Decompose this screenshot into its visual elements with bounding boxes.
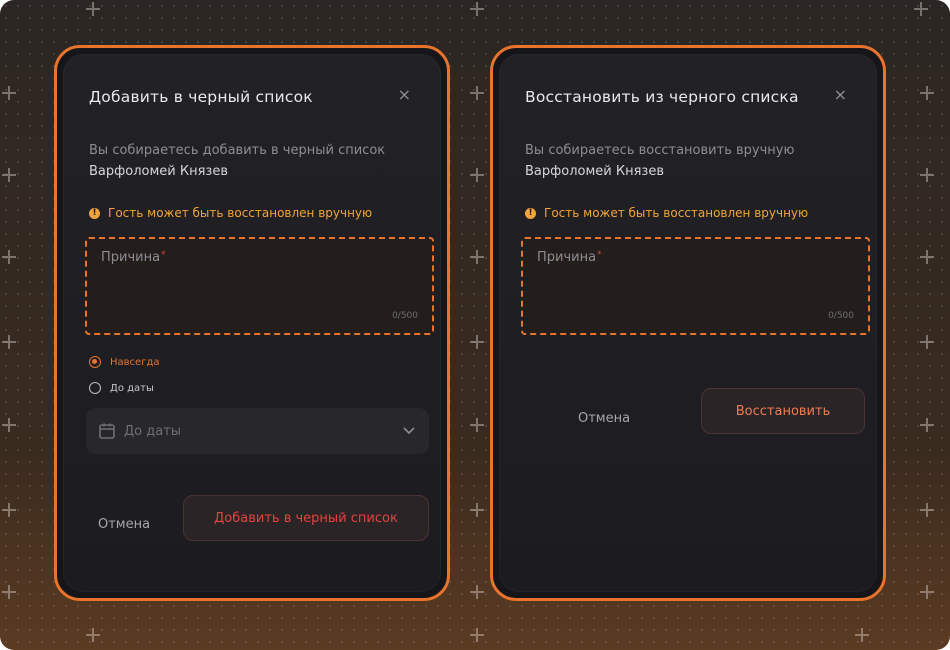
plus-decoration — [2, 250, 16, 264]
required-mark: * — [161, 250, 166, 260]
restore-from-blacklist-modal: Восстановить из черного списка × Вы соби… — [490, 45, 886, 601]
radio-forever[interactable]: Навсегда — [89, 356, 160, 368]
add-to-blacklist-modal: Добавить в черный список × Вы собираетес… — [54, 45, 450, 601]
warning-icon: ! — [89, 207, 100, 219]
reason-textarea[interactable]: Причина* 0/500 — [85, 237, 434, 335]
plus-decoration — [470, 628, 484, 642]
warning-text: Гость может быть восстановлен вручную — [108, 206, 373, 220]
date-select-placeholder: До даты — [124, 423, 182, 439]
plus-decoration — [2, 503, 16, 517]
plus-decoration — [470, 2, 484, 16]
plus-decoration — [920, 250, 934, 264]
warning-message: ! Гость может быть восстановлен вручную — [89, 206, 372, 220]
plus-decoration — [914, 2, 928, 16]
guest-name: Варфоломей Князев — [89, 164, 228, 179]
radio-unchecked-icon[interactable] — [89, 382, 101, 394]
description-text: Вы собираетесь восстановить вручную — [525, 143, 795, 158]
char-counter: 0/500 — [828, 311, 854, 321]
warning-message: ! Гость может быть восстановлен вручную — [525, 206, 808, 220]
plus-decoration — [920, 418, 934, 432]
plus-decoration — [470, 585, 484, 599]
plus-decoration — [470, 418, 484, 432]
plus-decoration — [470, 250, 484, 264]
calendar-icon — [99, 423, 115, 439]
modal-title: Восстановить из черного списка — [525, 88, 799, 106]
reason-label: Причина* — [101, 250, 166, 265]
cancel-button[interactable]: Отмена — [98, 517, 150, 532]
plus-decoration — [855, 628, 869, 642]
modal-description: Вы собираетесь восстановить вручную Варф… — [525, 140, 825, 182]
plus-decoration — [2, 86, 16, 100]
plus-decoration — [920, 503, 934, 517]
plus-decoration — [470, 168, 484, 182]
radio-until-date[interactable]: До даты — [89, 382, 154, 394]
warning-icon: ! — [525, 207, 536, 219]
plus-decoration — [2, 585, 16, 599]
plus-decoration — [920, 585, 934, 599]
plus-decoration — [470, 86, 484, 100]
plus-decoration — [2, 418, 16, 432]
plus-decoration — [470, 335, 484, 349]
plus-decoration — [86, 628, 100, 642]
plus-decoration — [2, 335, 16, 349]
date-select[interactable]: До даты — [86, 408, 429, 454]
warning-text: Гость может быть восстановлен вручную — [544, 206, 809, 220]
modal-body: Восстановить из черного списка × Вы соби… — [499, 54, 877, 592]
modal-body: Добавить в черный список × Вы собираетес… — [63, 54, 441, 592]
add-to-blacklist-button[interactable]: Добавить в черный список — [183, 495, 429, 541]
reason-textarea[interactable]: Причина* 0/500 — [521, 237, 870, 335]
reason-label: Причина* — [537, 250, 602, 265]
radio-checked-icon[interactable] — [89, 356, 101, 368]
close-icon[interactable]: × — [398, 87, 411, 103]
description-text: Вы собираетесь добавить в черный список — [89, 143, 386, 158]
plus-decoration — [470, 503, 484, 517]
restore-button[interactable]: Восстановить — [701, 388, 865, 434]
char-counter: 0/500 — [392, 311, 418, 321]
background-canvas: Добавить в черный список × Вы собираетес… — [0, 0, 950, 650]
plus-decoration — [920, 335, 934, 349]
plus-decoration — [920, 168, 934, 182]
reason-label-text: Причина — [101, 250, 161, 265]
radio-until-date-label: До даты — [110, 382, 154, 394]
required-mark: * — [597, 250, 602, 260]
chevron-down-icon — [403, 427, 415, 435]
radio-forever-label: Навсегда — [110, 356, 160, 368]
reason-label-text: Причина — [537, 250, 597, 265]
guest-name: Варфоломей Князев — [525, 164, 664, 179]
modal-description: Вы собираетесь добавить в черный список … — [89, 140, 389, 182]
modal-title: Добавить в черный список — [89, 88, 313, 106]
plus-decoration — [920, 86, 934, 100]
close-icon[interactable]: × — [834, 87, 847, 103]
cancel-button[interactable]: Отмена — [578, 411, 630, 426]
plus-decoration — [2, 168, 16, 182]
plus-decoration — [86, 2, 100, 16]
